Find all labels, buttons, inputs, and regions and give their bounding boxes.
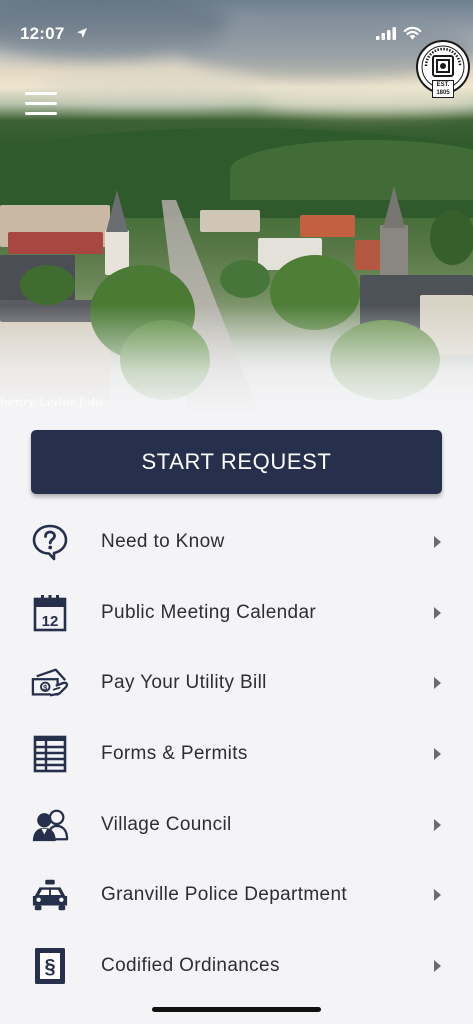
menu-item-label: Granville Police Department <box>101 884 347 906</box>
menu-item-codified-ordinances[interactable]: § Codified Ordinances <box>0 931 473 1002</box>
chevron-right-icon <box>434 606 441 619</box>
chevron-right-icon <box>434 748 441 761</box>
menu-item-village-council[interactable]: Village Council <box>0 789 473 860</box>
menu-item-forms-permits[interactable]: Forms & Permits <box>0 719 473 790</box>
calendar-icon: 12 <box>31 594 69 632</box>
menu-item-label: Village Council <box>101 813 232 835</box>
status-time: 12:07 <box>20 24 65 43</box>
hero-image: henry Leiter foto <box>0 0 473 415</box>
home-indicator[interactable] <box>152 1007 321 1012</box>
ordinance-book-icon: § <box>31 947 69 985</box>
menu-item-pay-utility-bill[interactable]: $ Pay Your Utility Bill <box>0 648 473 719</box>
menu-item-label: Public Meeting Calendar <box>101 601 317 623</box>
chevron-right-icon <box>434 959 441 972</box>
chevron-right-icon <box>434 677 441 690</box>
hamburger-icon-line <box>25 92 57 95</box>
hamburger-icon-line <box>25 112 57 115</box>
council-people-icon <box>31 806 69 844</box>
start-request-button[interactable]: START REQUEST <box>31 430 442 494</box>
menu-item-public-meeting-calendar[interactable]: 12 Public Meeting Calendar <box>0 578 473 649</box>
police-car-icon <box>31 876 69 914</box>
chevron-right-icon <box>434 889 441 902</box>
location-arrow-icon <box>77 28 87 38</box>
village-seal-logo: EST. 1805 <box>416 40 470 98</box>
menu-item-need-to-know[interactable]: Need to Know <box>0 507 473 578</box>
hamburger-menu-button[interactable] <box>25 92 57 116</box>
menu-list: Need to Know 12 Public Meeting Calendar … <box>0 507 473 1001</box>
hamburger-icon-line <box>25 102 57 105</box>
money-hand-icon: $ <box>31 664 69 702</box>
menu-item-label: Need to Know <box>101 531 225 553</box>
forms-icon <box>31 735 69 773</box>
chevron-right-icon <box>434 818 441 831</box>
svg-text:§: § <box>44 956 55 978</box>
svg-text:12: 12 <box>42 613 59 630</box>
seal-est-label: EST. 1805 <box>432 80 454 98</box>
status-bar: 12:07 <box>0 0 473 54</box>
chevron-right-icon <box>434 536 441 549</box>
wifi-icon <box>403 26 422 40</box>
signal-icon <box>376 27 396 40</box>
start-request-label: START REQUEST <box>141 449 332 474</box>
menu-item-label: Forms & Permits <box>101 743 248 765</box>
photo-credit: henry Leiter foto <box>0 395 103 409</box>
menu-item-label: Pay Your Utility Bill <box>101 672 267 694</box>
question-bubble-icon <box>31 523 69 561</box>
menu-item-label: Codified Ordinances <box>101 954 280 976</box>
menu-item-granville-police-department[interactable]: Granville Police Department <box>0 860 473 931</box>
